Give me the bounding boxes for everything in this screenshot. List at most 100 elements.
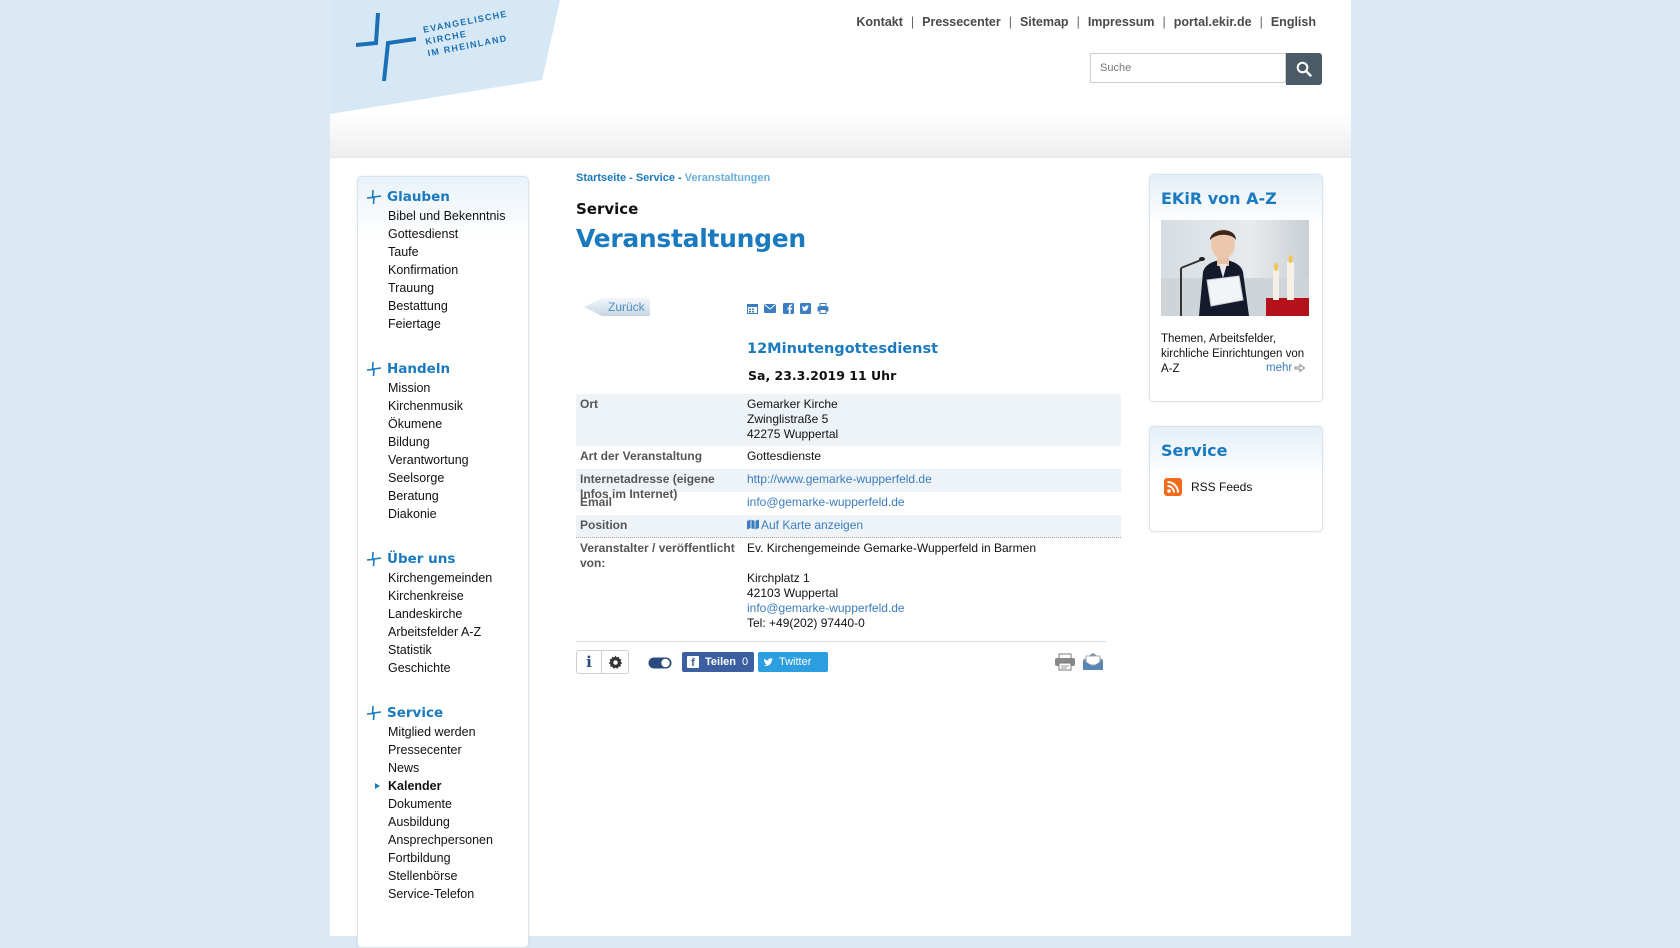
gear-icon xyxy=(608,655,623,669)
detail-value: http://www.gemarke-wupperfeld.de xyxy=(747,472,1117,487)
breadcrumb-service[interactable]: Service xyxy=(636,172,675,184)
meta-link-portal[interactable]: portal.ekir.de xyxy=(1174,15,1252,29)
nav-item-kalender[interactable]: Kalender xyxy=(358,777,528,795)
nav-heading-handeln[interactable]: Handeln xyxy=(358,359,528,379)
detail-label: Veranstalter / veröffentlicht von: xyxy=(580,541,735,570)
meta-link-sitemap[interactable]: Sitemap xyxy=(1020,15,1069,29)
website-link[interactable]: http://www.gemarke-wupperfeld.de xyxy=(747,472,932,486)
detail-value: Ev. Kirchengemeinde Gemarke-Wupperfeld i… xyxy=(747,541,1117,631)
info-button[interactable]: i xyxy=(576,650,602,674)
nav-item-seelsorge[interactable]: Seelsorge xyxy=(358,469,528,487)
nav-item-geschichte[interactable]: Geschichte xyxy=(358,659,528,677)
cross-icon xyxy=(366,361,382,377)
search-input[interactable] xyxy=(1090,53,1286,83)
back-button[interactable]: Zurück xyxy=(584,298,650,316)
meta-link-impressum[interactable]: Impressum xyxy=(1088,15,1155,29)
nav-heading-service[interactable]: Service xyxy=(358,703,528,723)
nav-item-taufe[interactable]: Taufe xyxy=(358,243,528,261)
nav-item-fortbildung[interactable]: Fortbildung xyxy=(358,849,528,867)
az-photo-image xyxy=(1161,220,1309,316)
detail-value: Auf Karte anzeigen xyxy=(747,518,1117,533)
facebook-icon[interactable] xyxy=(782,303,794,317)
nav-item-kirchenkreise[interactable]: Kirchenkreise xyxy=(358,587,528,605)
detail-row-art: Art der Veranstaltung Gottesdienste xyxy=(576,446,1121,469)
nav-item-konfirmation[interactable]: Konfirmation xyxy=(358,261,528,279)
nav-item-pressecenter[interactable]: Pressecenter xyxy=(358,741,528,759)
facebook-share-button[interactable]: f Teilen 0 xyxy=(682,652,754,672)
ort-line-2: Zwinglistraße 5 xyxy=(747,412,829,426)
ort-line-1: Gemarker Kirche xyxy=(747,397,838,411)
calendar-icon[interactable] xyxy=(747,303,758,317)
nav-item-mitglied[interactable]: Mitglied werden xyxy=(358,723,528,741)
organizer-email-link[interactable]: info@gemarke-wupperfeld.de xyxy=(747,601,905,615)
nav-item-arbeitsfelder[interactable]: Arbeitsfelder A-Z xyxy=(358,623,528,641)
facebook-share-label: Teilen xyxy=(705,656,736,668)
breadcrumb: Startseite - Service - Veranstaltungen xyxy=(576,172,1121,188)
nav-item-stellenboerse[interactable]: Stellenbörse xyxy=(358,867,528,885)
nav-heading-glauben[interactable]: Glauben xyxy=(358,187,528,207)
meta-link-english[interactable]: English xyxy=(1271,15,1316,29)
nav-item-diakonie[interactable]: Diakonie xyxy=(358,505,528,523)
nav-heading-ueber-uns[interactable]: Über uns xyxy=(358,549,528,569)
nav-item-ansprechpersonen[interactable]: Ansprechpersonen xyxy=(358,831,528,849)
search-button[interactable] xyxy=(1286,53,1322,85)
nav-item-dokumente[interactable]: Dokumente xyxy=(358,795,528,813)
twitter-bird-icon xyxy=(763,658,773,666)
left-navigation: Glauben Bibel und Bekenntnis Gottesdiens… xyxy=(357,176,529,948)
active-arrow-icon xyxy=(375,783,380,789)
nav-item-bildung[interactable]: Bildung xyxy=(358,433,528,451)
section-title: Service xyxy=(576,200,639,218)
search-icon xyxy=(1296,61,1312,77)
nav-item-landeskirche[interactable]: Landeskirche xyxy=(358,605,528,623)
service-box: Service RSS Feeds xyxy=(1149,426,1323,532)
email-link[interactable]: info@gemarke-wupperfeld.de xyxy=(747,495,905,509)
logo-area[interactable]: EVANGELISCHE KIRCHE IM RHEINLAND xyxy=(330,0,560,114)
settings-button[interactable] xyxy=(601,650,629,674)
nav-group-handeln: Handeln Mission Kirchenmusik Ökumene Bil… xyxy=(358,359,528,523)
detail-row-ort: Ort Gemarker Kirche Zwinglistraße 5 4227… xyxy=(576,394,1121,446)
nav-item-service-telefon[interactable]: Service-Telefon xyxy=(358,885,528,903)
nav-item-beratung[interactable]: Beratung xyxy=(358,487,528,505)
map-link[interactable]: Auf Karte anzeigen xyxy=(747,518,863,532)
nav-item-feiertage[interactable]: Feiertage xyxy=(358,315,528,333)
nav-item-ausbildung[interactable]: Ausbildung xyxy=(358,813,528,831)
nav-item-news[interactable]: News xyxy=(358,759,528,777)
detail-label: Art der Veranstaltung xyxy=(580,449,703,463)
nav-item-oekumene[interactable]: Ökumene xyxy=(358,415,528,433)
rss-icon xyxy=(1164,478,1182,496)
detail-label: Ort xyxy=(580,397,598,411)
detail-row-url: Internetadresse (eigene Infos im Interne… xyxy=(576,469,1121,501)
nav-item-trauung[interactable]: Trauung xyxy=(358,279,528,297)
nav-item-bestattung[interactable]: Bestattung xyxy=(358,297,528,315)
meta-link-pressecenter[interactable]: Pressecenter xyxy=(922,15,1001,29)
breadcrumb-home[interactable]: Startseite xyxy=(576,172,626,184)
meta-link-kontakt[interactable]: Kontakt xyxy=(856,15,903,29)
az-more-link[interactable]: mehr xyxy=(1266,362,1306,374)
organizer-phone: Tel: +49(202) 97440-0 xyxy=(747,616,865,630)
twitter-icon[interactable] xyxy=(800,303,812,317)
az-photo[interactable] xyxy=(1161,220,1309,316)
meta-separator: | xyxy=(1259,15,1263,29)
detail-row-position: Position Auf Karte anzeigen xyxy=(576,515,1121,538)
print-icon[interactable] xyxy=(1054,652,1076,672)
nav-heading-label: Über uns xyxy=(387,551,456,567)
twitter-share-button[interactable]: Twitter xyxy=(758,652,828,672)
facebook-share-count: 0 xyxy=(742,656,749,668)
nav-item-verantwortung[interactable]: Verantwortung xyxy=(358,451,528,469)
detail-value: Gemarker Kirche Zwinglistraße 5 42275 Wu… xyxy=(747,397,1117,442)
detail-label: Email xyxy=(580,495,613,509)
rss-feeds-label: RSS Feeds xyxy=(1191,480,1253,494)
event-date: Sa, 23.3.2019 11 Uhr xyxy=(748,368,897,383)
nav-item-mission[interactable]: Mission xyxy=(358,379,528,397)
mail-icon[interactable] xyxy=(1082,652,1104,672)
meta-separator: | xyxy=(1076,15,1080,29)
nav-item-kirchengemeinden[interactable]: Kirchengemeinden xyxy=(358,569,528,587)
nav-item-kirchenmusik[interactable]: Kirchenmusik xyxy=(358,397,528,415)
privacy-toggle[interactable] xyxy=(648,657,672,669)
envelope-icon[interactable] xyxy=(764,303,777,317)
nav-item-bibel[interactable]: Bibel und Bekenntnis xyxy=(358,207,528,225)
nav-item-gottesdienst[interactable]: Gottesdienst xyxy=(358,225,528,243)
nav-item-statistik[interactable]: Statistik xyxy=(358,641,528,659)
print-icon[interactable] xyxy=(817,303,829,317)
facebook-logo-icon: f xyxy=(687,656,699,669)
